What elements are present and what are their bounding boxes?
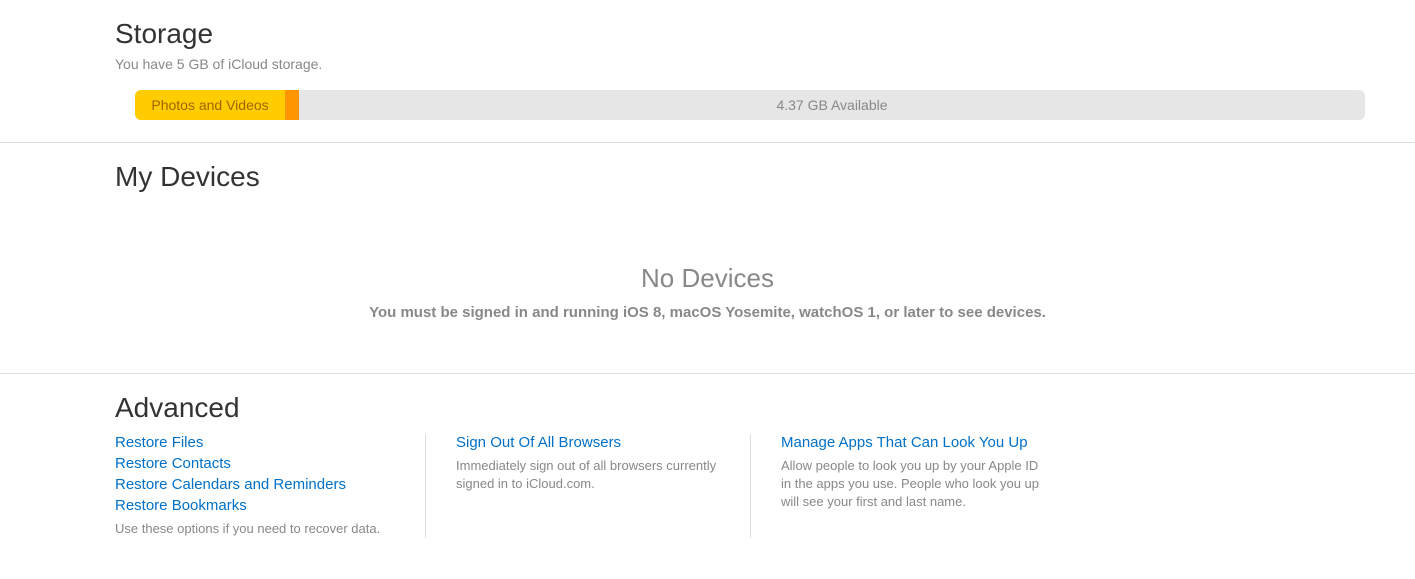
devices-section: My Devices No Devices You must be signed… <box>0 143 1415 374</box>
advanced-col-restore: Restore Files Restore Contacts Restore C… <box>115 434 425 538</box>
advanced-col-manage: Manage Apps That Can Look You Up Allow p… <box>750 434 1080 538</box>
manage-apps-desc: Allow people to look you up by your Appl… <box>781 457 1050 512</box>
advanced-title: Advanced <box>115 392 1365 424</box>
storage-subtitle: You have 5 GB of iCloud storage. <box>115 56 1365 72</box>
storage-segment-documents <box>285 90 299 120</box>
restore-files-link[interactable]: Restore Files <box>115 434 395 451</box>
storage-title: Storage <box>115 18 1365 50</box>
restore-contacts-link[interactable]: Restore Contacts <box>115 455 395 472</box>
devices-empty-title: No Devices <box>0 263 1415 294</box>
advanced-section: Advanced Restore Files Restore Contacts … <box>0 374 1415 560</box>
advanced-col-signout: Sign Out Of All Browsers Immediately sig… <box>425 434 750 538</box>
restore-desc: Use these options if you need to recover… <box>115 520 395 538</box>
restore-bookmarks-link[interactable]: Restore Bookmarks <box>115 497 395 514</box>
restore-calendars-link[interactable]: Restore Calendars and Reminders <box>115 476 395 493</box>
storage-segment-photos-label: Photos and Videos <box>151 97 268 113</box>
signout-desc: Immediately sign out of all browsers cur… <box>456 457 720 493</box>
storage-section: Storage You have 5 GB of iCloud storage.… <box>0 0 1415 143</box>
devices-empty-state: No Devices You must be signed in and run… <box>0 263 1415 321</box>
storage-available-label: 4.37 GB Available <box>776 97 887 113</box>
signout-browsers-link[interactable]: Sign Out Of All Browsers <box>456 434 720 451</box>
storage-bar: Photos and Videos 4.37 GB Available <box>135 90 1365 120</box>
storage-segment-photos: Photos and Videos <box>135 90 285 120</box>
storage-segment-available: 4.37 GB Available <box>299 90 1365 120</box>
devices-empty-message: You must be signed in and running iOS 8,… <box>0 304 1415 321</box>
devices-title: My Devices <box>115 161 1365 193</box>
advanced-columns: Restore Files Restore Contacts Restore C… <box>115 434 1365 538</box>
manage-apps-link[interactable]: Manage Apps That Can Look You Up <box>781 434 1050 451</box>
